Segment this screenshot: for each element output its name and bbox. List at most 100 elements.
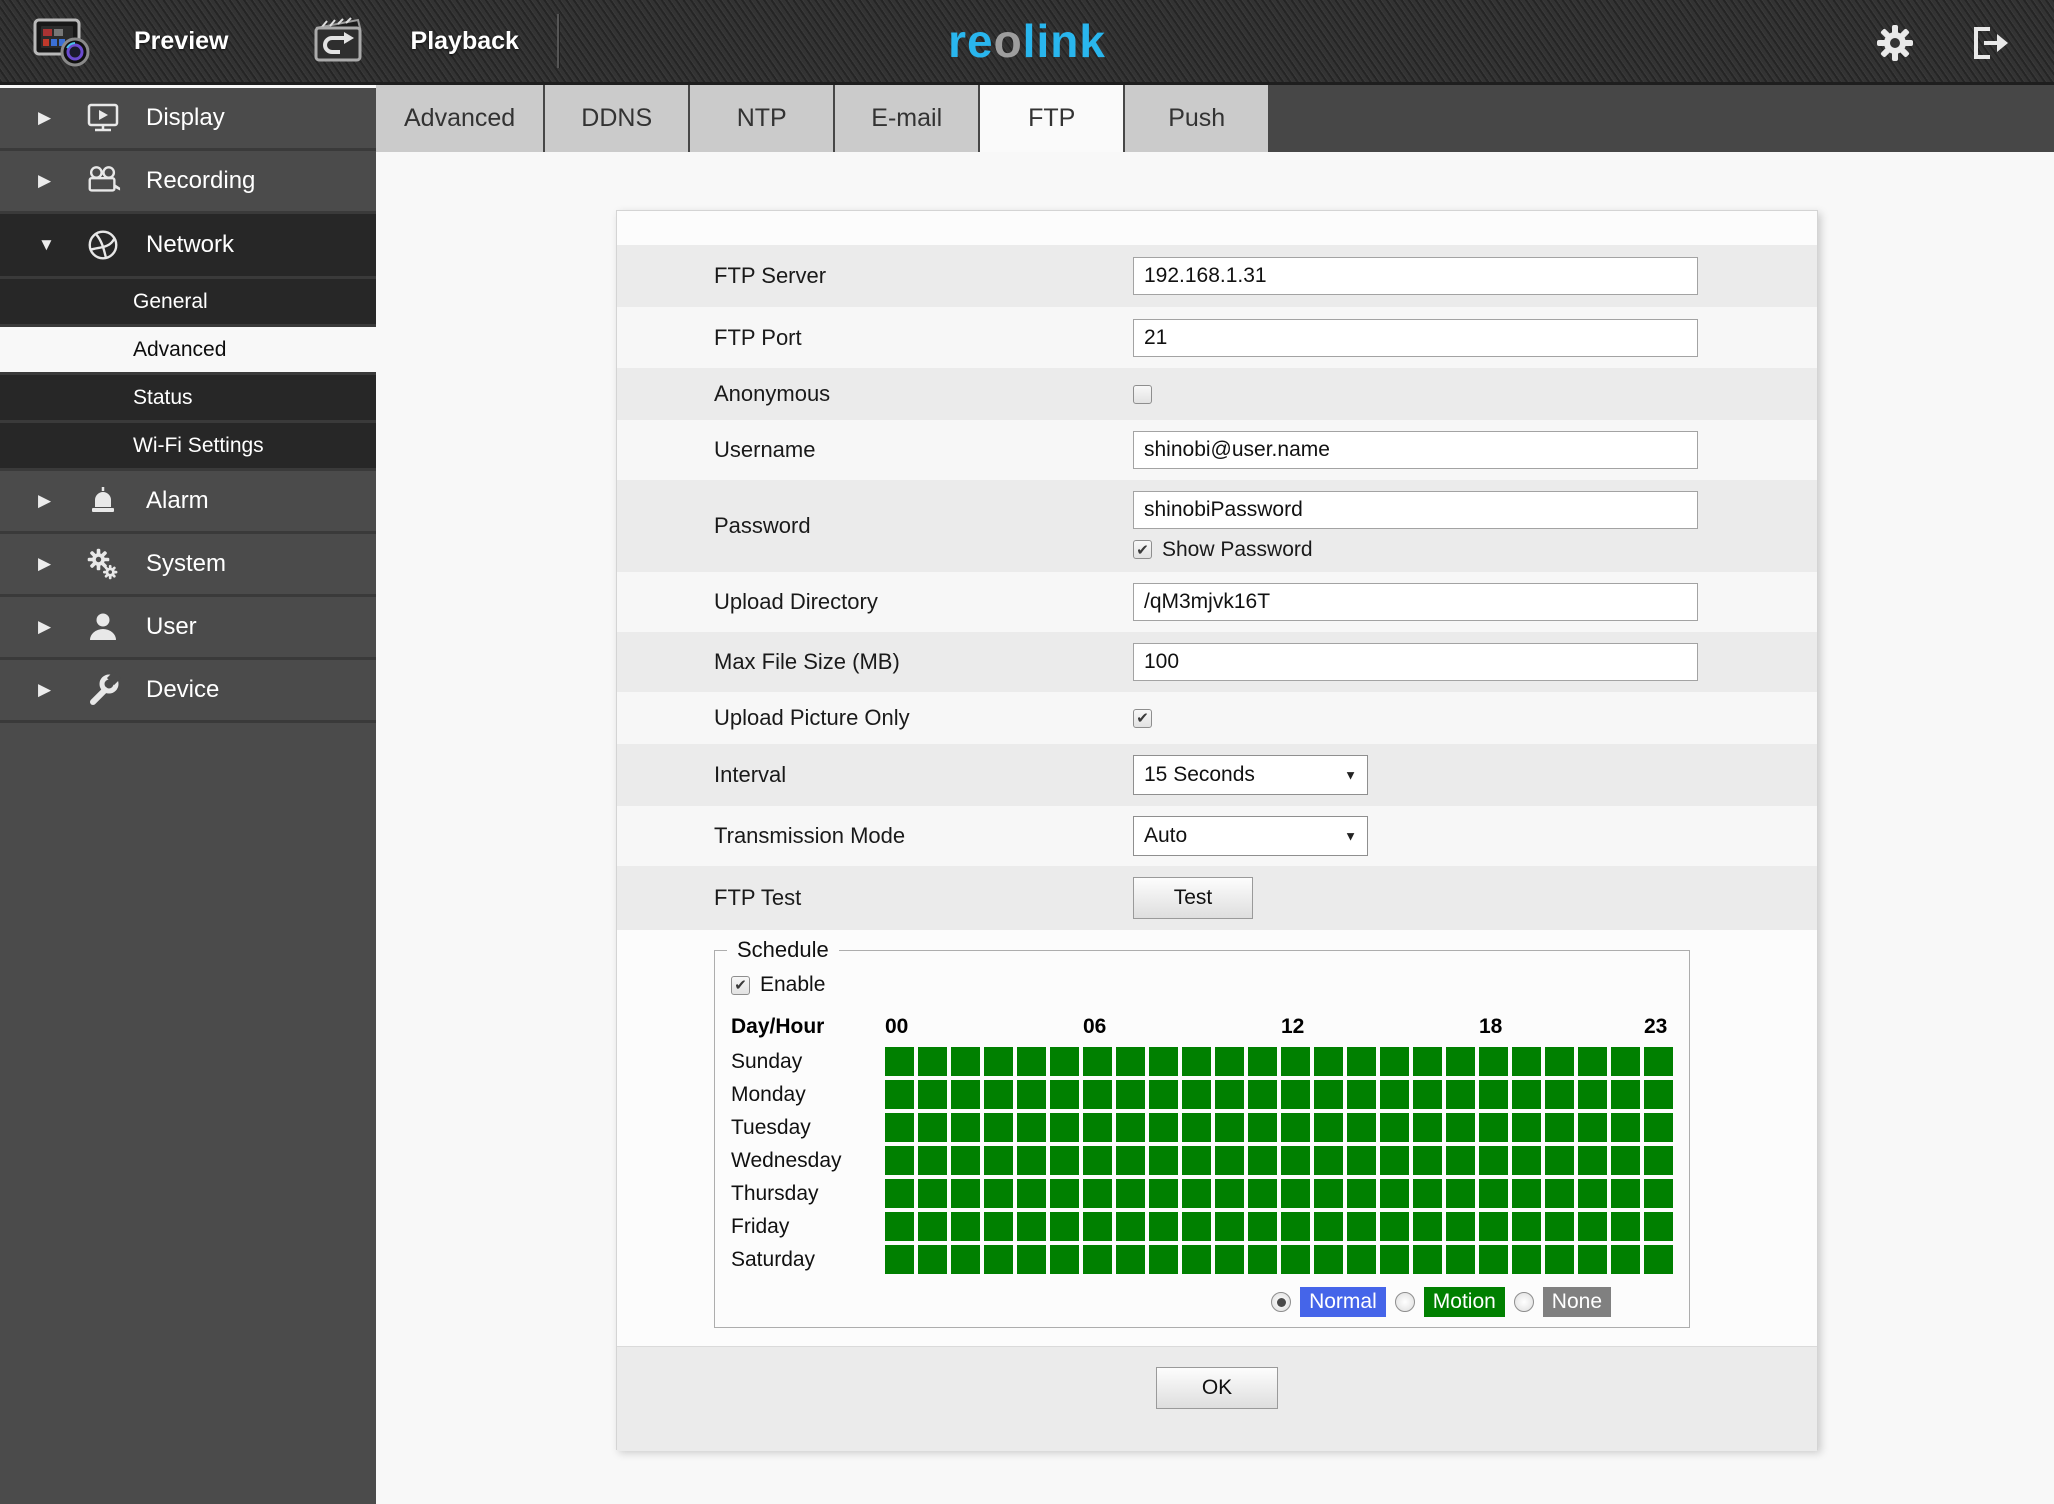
schedule-cell[interactable] (1512, 1245, 1541, 1274)
schedule-cell[interactable] (1413, 1113, 1442, 1142)
schedule-cell[interactable] (1479, 1179, 1508, 1208)
schedule-cell[interactable] (918, 1179, 947, 1208)
schedule-cell[interactable] (918, 1146, 947, 1175)
transmission-mode-select[interactable]: Auto ▼ (1133, 816, 1368, 856)
schedule-cell[interactable] (1149, 1113, 1178, 1142)
schedule-cell[interactable] (1149, 1080, 1178, 1109)
schedule-cell[interactable] (1281, 1047, 1310, 1076)
schedule-cell[interactable] (1182, 1245, 1211, 1274)
schedule-cell[interactable] (1644, 1080, 1673, 1109)
schedule-cell[interactable] (1182, 1212, 1211, 1241)
schedule-cell[interactable] (1578, 1113, 1607, 1142)
schedule-cell[interactable] (1215, 1212, 1244, 1241)
schedule-cell[interactable] (1281, 1212, 1310, 1241)
schedule-cell[interactable] (1083, 1212, 1112, 1241)
schedule-cell[interactable] (885, 1047, 914, 1076)
tab-ddns[interactable]: DDNS (545, 85, 689, 152)
schedule-cell[interactable] (1446, 1212, 1475, 1241)
schedule-cell[interactable] (1611, 1113, 1640, 1142)
schedule-cell[interactable] (918, 1047, 947, 1076)
schedule-cell[interactable] (1215, 1080, 1244, 1109)
schedule-cell[interactable] (1050, 1179, 1079, 1208)
schedule-cell[interactable] (1314, 1047, 1343, 1076)
schedule-cell[interactable] (1215, 1047, 1244, 1076)
schedule-cell[interactable] (1578, 1245, 1607, 1274)
max-file-size-input[interactable] (1133, 643, 1698, 681)
schedule-cell[interactable] (1644, 1212, 1673, 1241)
schedule-cell[interactable] (951, 1080, 980, 1109)
schedule-cell[interactable] (1050, 1146, 1079, 1175)
schedule-cell[interactable] (1017, 1146, 1046, 1175)
schedule-cell[interactable] (1182, 1080, 1211, 1109)
schedule-cell[interactable] (951, 1146, 980, 1175)
schedule-cell[interactable] (1083, 1113, 1112, 1142)
schedule-cell[interactable] (1347, 1080, 1376, 1109)
schedule-cell[interactable] (1248, 1179, 1277, 1208)
schedule-cell[interactable] (1578, 1179, 1607, 1208)
schedule-cell[interactable] (1248, 1245, 1277, 1274)
mode-radio-normal[interactable] (1271, 1292, 1292, 1312)
upload-picture-only-checkbox[interactable] (1133, 708, 1152, 728)
schedule-cell[interactable] (1545, 1245, 1574, 1274)
schedule-cell[interactable] (1512, 1113, 1541, 1142)
mode-label-normal[interactable]: Normal (1300, 1287, 1386, 1317)
schedule-cell[interactable] (1050, 1047, 1079, 1076)
schedule-cell[interactable] (918, 1113, 947, 1142)
tab-advanced[interactable]: Advanced (376, 85, 544, 152)
schedule-cell[interactable] (1380, 1113, 1409, 1142)
sidebar-item-display[interactable]: ▶ Display (0, 88, 376, 151)
schedule-cell[interactable] (1281, 1179, 1310, 1208)
schedule-cell[interactable] (1347, 1113, 1376, 1142)
schedule-cell[interactable] (1479, 1080, 1508, 1109)
schedule-cell[interactable] (885, 1179, 914, 1208)
schedule-cell[interactable] (1413, 1080, 1442, 1109)
schedule-cell[interactable] (1545, 1212, 1574, 1241)
schedule-cell[interactable] (1314, 1080, 1343, 1109)
schedule-cell[interactable] (885, 1245, 914, 1274)
schedule-cell[interactable] (1248, 1080, 1277, 1109)
schedule-cell[interactable] (1017, 1113, 1046, 1142)
schedule-cell[interactable] (1479, 1212, 1508, 1241)
schedule-cell[interactable] (1149, 1179, 1178, 1208)
schedule-cell[interactable] (1149, 1212, 1178, 1241)
schedule-cell[interactable] (1479, 1245, 1508, 1274)
menu-preview[interactable]: Preview (30, 13, 229, 69)
sidebar-item-alarm[interactable]: ▶ Alarm (0, 471, 376, 534)
sidebar-item-system[interactable]: ▶ System (0, 534, 376, 597)
upload-directory-input[interactable] (1133, 583, 1698, 621)
schedule-cell[interactable] (885, 1113, 914, 1142)
schedule-cell[interactable] (1116, 1212, 1145, 1241)
schedule-cell[interactable] (1281, 1080, 1310, 1109)
schedule-cell[interactable] (1512, 1179, 1541, 1208)
schedule-cell[interactable] (984, 1146, 1013, 1175)
schedule-cell[interactable] (1182, 1146, 1211, 1175)
schedule-cell[interactable] (1314, 1212, 1343, 1241)
ftp-server-input[interactable] (1133, 257, 1698, 295)
ftp-port-input[interactable] (1133, 318, 1698, 357)
schedule-cell[interactable] (1644, 1146, 1673, 1175)
schedule-cell[interactable] (1380, 1146, 1409, 1175)
schedule-cell[interactable] (984, 1113, 1013, 1142)
schedule-cell[interactable] (1611, 1179, 1640, 1208)
sidebar-subitem-wi-fi-settings[interactable]: Wi-Fi Settings (0, 423, 376, 471)
schedule-cell[interactable] (1149, 1047, 1178, 1076)
schedule-cell[interactable] (1413, 1146, 1442, 1175)
schedule-cell[interactable] (1611, 1212, 1640, 1241)
schedule-cell[interactable] (918, 1245, 947, 1274)
mode-label-motion[interactable]: Motion (1423, 1287, 1505, 1317)
schedule-cell[interactable] (1083, 1245, 1112, 1274)
sidebar-item-network[interactable]: ▼ Network (0, 214, 376, 279)
schedule-cell[interactable] (1149, 1146, 1178, 1175)
schedule-cell[interactable] (1182, 1179, 1211, 1208)
schedule-cell[interactable] (918, 1080, 947, 1109)
schedule-cell[interactable] (1017, 1080, 1046, 1109)
schedule-cell[interactable] (1380, 1047, 1409, 1076)
menu-playback[interactable]: Playback (307, 13, 519, 69)
schedule-cell[interactable] (984, 1245, 1013, 1274)
schedule-cell[interactable] (1182, 1047, 1211, 1076)
schedule-cell[interactable] (1611, 1146, 1640, 1175)
schedule-cell[interactable] (951, 1212, 980, 1241)
schedule-cell[interactable] (1149, 1245, 1178, 1274)
schedule-cell[interactable] (1215, 1179, 1244, 1208)
schedule-cell[interactable] (1248, 1113, 1277, 1142)
